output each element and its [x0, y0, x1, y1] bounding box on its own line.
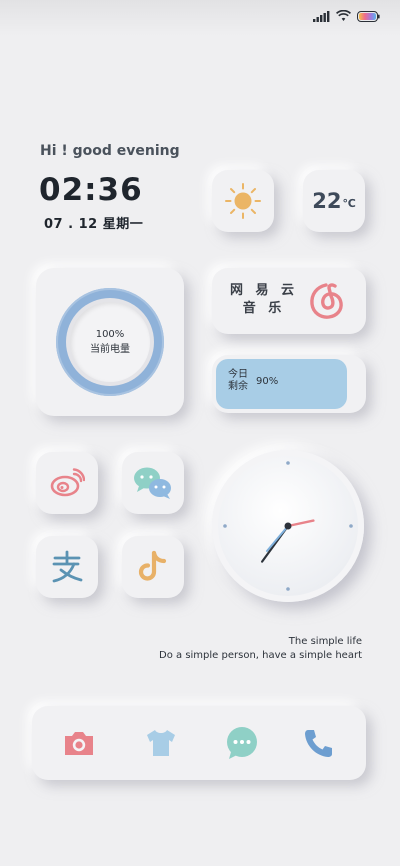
quote-text: Do a simple person, have a simple heart — [159, 650, 362, 661]
digital-time[interactable]: 02:36 — [39, 172, 143, 208]
dock-messages[interactable] — [225, 726, 259, 760]
weibo-icon — [50, 468, 85, 497]
douyin-icon — [138, 550, 167, 581]
battery-status-icon — [357, 10, 380, 22]
alipay-icon — [52, 550, 83, 583]
status-bar — [0, 0, 400, 36]
music-title: 网 易 云 音 乐 — [230, 282, 298, 318]
storage-label: 今日 剩余 — [228, 369, 248, 393]
shirt-icon — [147, 730, 175, 756]
camera-icon — [65, 732, 93, 755]
music-widget[interactable]: 网 易 云 音 乐 — [212, 268, 366, 334]
dock-camera[interactable] — [62, 726, 96, 760]
storage-label-line1: 今日 — [228, 369, 248, 380]
analog-clock-widget[interactable] — [212, 450, 364, 602]
netease-music-icon — [310, 283, 343, 319]
temperature-value: 22 — [312, 189, 342, 213]
phone-icon — [305, 730, 332, 757]
battery-ring-center: 100% 当前电量 — [70, 302, 150, 382]
message-icon — [227, 727, 257, 759]
dock-theme[interactable] — [144, 726, 178, 760]
dock — [32, 706, 366, 780]
storage-value: 90% — [256, 376, 279, 387]
app-weibo[interactable] — [36, 452, 98, 514]
storage-widget[interactable]: 今日 剩余 90% — [212, 355, 366, 413]
temperature-widget[interactable]: 22 ℃ — [303, 170, 365, 232]
hour-hand — [286, 519, 315, 528]
wechat-icon — [134, 467, 171, 499]
storage-label-line2: 剩余 — [228, 381, 248, 392]
second-hand — [266, 525, 289, 552]
greeting-text: Hi ! good evening — [40, 143, 180, 159]
dock-phone[interactable] — [302, 726, 336, 760]
date-text: 07 . 12 星期一 — [44, 217, 144, 232]
quote-title: The simple life — [288, 636, 362, 647]
weather-icon-widget[interactable] — [212, 170, 274, 232]
app-alipay[interactable] — [36, 536, 98, 598]
music-title-line2: 音 乐 — [242, 301, 286, 316]
battery-percent: 100% — [95, 329, 125, 340]
music-title-line1: 网 易 云 — [230, 283, 299, 298]
temperature-unit: ℃ — [342, 196, 356, 210]
app-douyin[interactable] — [122, 536, 184, 598]
battery-ring: 100% 当前电量 — [56, 288, 164, 396]
battery-label: 当前电量 — [90, 344, 130, 355]
signal-icon — [313, 10, 330, 22]
battery-widget[interactable]: 100% 当前电量 — [36, 268, 184, 416]
wifi-icon — [336, 10, 351, 21]
app-wechat[interactable] — [122, 452, 184, 514]
analog-clock-face — [223, 461, 353, 591]
sun-icon — [225, 183, 261, 219]
